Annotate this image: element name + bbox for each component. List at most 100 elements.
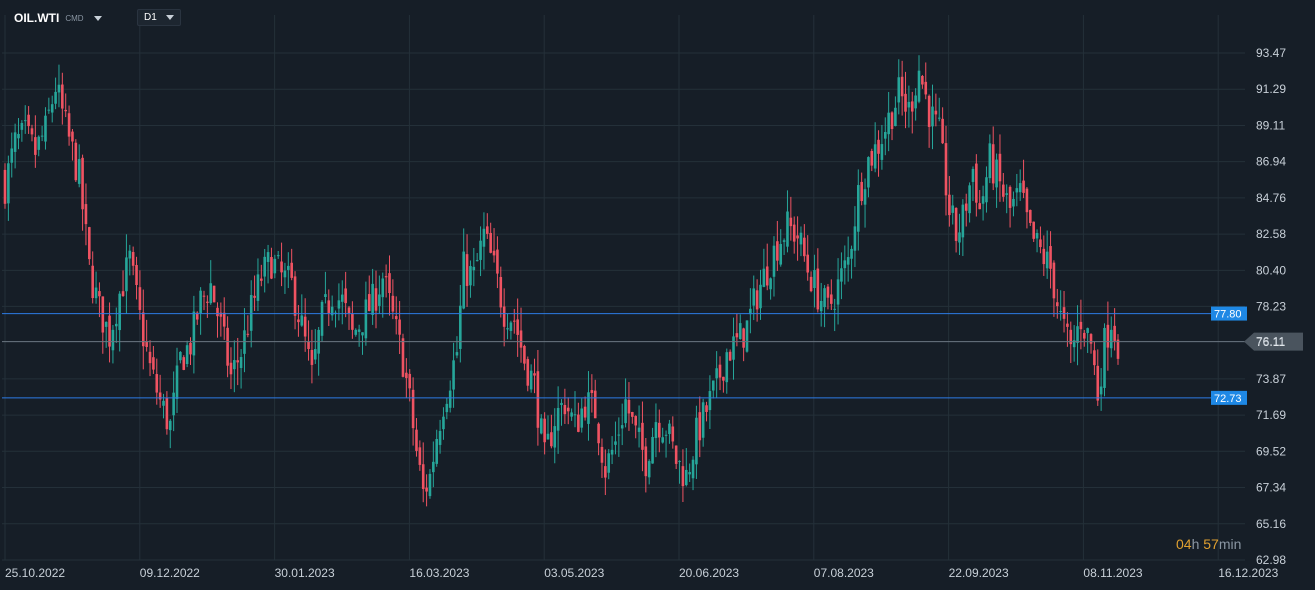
candle-body [125,257,128,292]
candle-body [30,128,34,135]
candle-body [617,434,621,436]
candle-body [415,429,418,451]
candle-body [432,461,435,473]
countdown-minutes: 57 [1203,536,1219,552]
candle-body [860,181,863,202]
candle-body [212,285,216,303]
candle-body [627,399,631,414]
candle-body [344,288,347,304]
candle-body [77,159,81,184]
candle-body [573,414,577,416]
x-tick-label: 16.12.2023 [1218,566,1278,580]
candle-body [71,131,74,142]
candle-body [1049,246,1052,269]
candle-body [769,278,772,290]
candle-body [742,328,745,348]
candle-body [600,446,604,463]
chart-grid [2,15,1245,561]
y-tick-label: 71.69 [1256,408,1286,422]
candle-body [543,418,546,443]
candle-body [172,392,175,416]
candle-body [570,412,573,417]
candle-body [1103,327,1106,388]
candle-body [47,109,51,111]
candle-body [287,265,290,270]
candle-body [293,276,297,316]
candle-body [256,274,260,301]
candle-body [310,349,314,365]
candle-body [175,365,179,399]
candle-body [550,432,553,447]
candle-body [539,418,543,434]
candle-body [951,205,955,213]
candle-body [23,120,27,122]
candle-body [405,372,408,379]
candle-body [634,416,637,426]
chevron-down-icon [93,15,102,21]
candle-body [391,295,395,312]
candlestick-chart[interactable]: 77.80 76.11 72.73 93.47 91.29 89.11 86.94 84.7… [0,0,1315,590]
candle-body [961,204,965,238]
candle-body [597,423,600,444]
candle-body [475,260,479,262]
candle-body [819,300,823,312]
candle-body [290,262,293,278]
candle-body [88,227,91,260]
candle-body [631,411,634,417]
candle-body [303,316,307,337]
timeframe-selector[interactable]: D1 [137,9,181,26]
candle-body [81,157,84,210]
symbol-name: OIL.WTI [14,11,60,25]
candle-body [738,323,742,339]
candle-body [101,296,105,333]
candle-body [273,258,277,274]
candle-body [121,291,125,297]
x-tick-label: 03.05.2023 [544,566,604,580]
candle-body [846,257,850,265]
candle-body [50,104,54,113]
candle-body [44,115,47,142]
candle-body [981,196,985,204]
candle-body [1045,251,1049,269]
candle-body [684,469,688,486]
candle-body [809,276,813,292]
candle-body [954,207,958,241]
candle-body [408,373,412,389]
candle-body [280,261,283,273]
candle-body [958,232,961,243]
candle-body [135,264,138,285]
candle-body [867,157,870,188]
candle-body [803,237,806,257]
candle-body [917,70,921,102]
candle-body [880,144,884,160]
candle-body [914,95,917,109]
candle-body [482,228,486,247]
candle-body [931,106,934,127]
candle-body [435,439,439,464]
candle-body [796,235,799,239]
candle-body [448,390,452,408]
y-tick-label: 73.87 [1256,372,1286,386]
candle-body [853,226,857,251]
candle-body [496,249,499,274]
y-tick-label: 84.76 [1256,191,1286,205]
price-level-label: 77.80 [1214,309,1242,321]
candle-body [674,445,678,464]
candle-body [1022,180,1025,193]
candle-body [678,460,681,462]
candle-body [1089,334,1093,344]
candle-body [614,441,617,445]
candle-body [307,341,310,349]
candle-body [1005,193,1008,195]
candle-body [54,91,57,104]
candle-body [523,345,526,364]
candle-body [1029,209,1032,223]
candle-body [944,143,948,196]
candle-body [20,122,24,130]
candle-body [1052,262,1056,299]
candle-body [371,283,374,315]
candle-body [425,487,428,492]
candle-body [671,426,675,442]
candle-body [566,407,570,412]
symbol-selector[interactable]: OIL.WTI CMD [14,9,102,27]
